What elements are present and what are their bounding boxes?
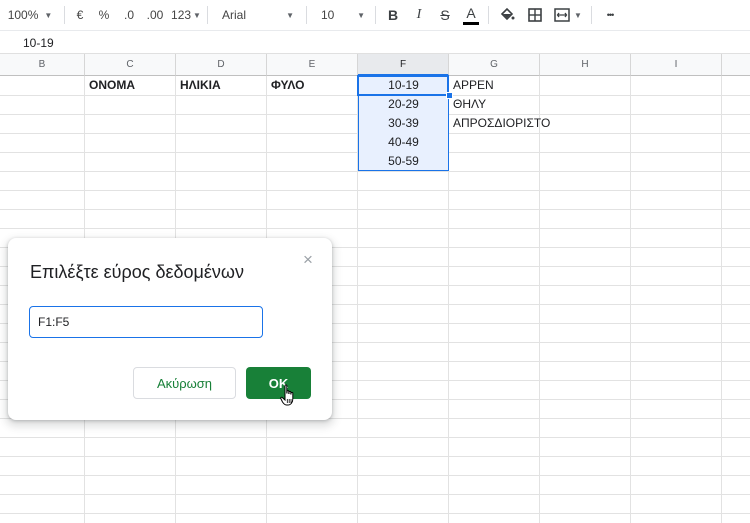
grid-line [0, 456, 750, 457]
strikethrough-button[interactable]: S [432, 0, 458, 30]
cell-f1[interactable]: 10-19 [358, 76, 449, 95]
column-label: C [126, 59, 134, 70]
formula-bar[interactable]: 10-19 [0, 30, 750, 54]
grid-line [0, 209, 750, 210]
column-header-b[interactable]: B [0, 54, 85, 76]
ok-button[interactable]: OK [246, 367, 311, 399]
more-icon: ••• [606, 10, 615, 20]
select-data-range-dialog: Επιλέξτε εύρος δεδομένων × Ακύρωση OK [8, 238, 332, 420]
grid-line [0, 171, 750, 172]
bold-icon: B [387, 7, 399, 23]
grid-line [0, 513, 750, 514]
merge-cells-icon [554, 8, 570, 22]
cell-f3[interactable]: 30-39 [358, 114, 449, 133]
divider [306, 6, 307, 24]
column-label: I [674, 59, 678, 70]
column-label: B [38, 59, 46, 70]
column-header-f[interactable]: F [358, 54, 449, 76]
column-header-g[interactable]: G [449, 54, 540, 76]
cell-g3[interactable]: ΑΠΡΟΣΔΙΟΡΙΣΤΟ [453, 114, 550, 133]
percent-format-button[interactable]: % [91, 0, 117, 30]
grid-line [0, 475, 750, 476]
chevron-down-icon: ▼ [44, 10, 53, 20]
paint-bucket-icon [500, 7, 515, 21]
text-color-button[interactable]: A [458, 0, 484, 30]
font-select[interactable]: Arial ▼ [212, 0, 302, 30]
formula-value: 10-19 [23, 36, 54, 50]
increase-decimals-icon: .00 [146, 8, 164, 22]
zoom-value: 100% [7, 8, 39, 22]
range-input[interactable] [29, 306, 263, 338]
cell-f2[interactable]: 20-29 [358, 95, 449, 114]
cell-g2[interactable]: ΘΗΛΥ [453, 95, 486, 114]
chevron-down-icon: ▼ [357, 10, 365, 20]
divider [375, 6, 376, 24]
hand-cursor-icon [280, 384, 294, 406]
cancel-button[interactable]: Ακύρωση [133, 367, 236, 399]
column-header-j[interactable] [722, 54, 750, 76]
cell-d1[interactable]: ΗΛΙΚΙΑ [180, 76, 221, 95]
merge-cells-button[interactable]: ▼ [549, 0, 587, 30]
column-header-e[interactable]: E [267, 54, 358, 76]
grid-line [0, 437, 750, 438]
chevron-down-icon: ▼ [574, 10, 582, 20]
cell-f5[interactable]: 50-59 [358, 152, 449, 171]
cell-c1[interactable]: ΟΝΟΜΑ [89, 76, 135, 95]
borders-icon [528, 8, 542, 22]
increase-decimals-button[interactable]: .00 [141, 0, 169, 30]
euro-icon: € [76, 8, 84, 22]
cell-g1[interactable]: ΑΡΡΕΝ [453, 76, 494, 95]
italic-icon: I [416, 7, 422, 22]
divider [64, 6, 65, 24]
strikethrough-icon: S [440, 7, 450, 23]
chevron-down-icon: ▼ [193, 10, 201, 20]
font-size-select[interactable]: 10 ▼ [311, 0, 371, 30]
grid-line [0, 494, 750, 495]
fill-color-button[interactable] [493, 0, 521, 30]
column-label: H [581, 59, 589, 70]
percent-icon: % [98, 8, 110, 22]
color-swatch [463, 21, 479, 25]
italic-button[interactable]: I [406, 0, 432, 30]
column-header-i[interactable]: I [631, 54, 722, 76]
close-icon[interactable]: × [303, 250, 313, 270]
column-label: D [217, 59, 225, 70]
column-label: G [490, 59, 498, 70]
bold-button[interactable]: B [380, 0, 406, 30]
font-name: Arial [222, 8, 247, 22]
borders-button[interactable] [521, 0, 549, 30]
more-button[interactable]: ••• [596, 0, 624, 30]
zoom-select[interactable]: 100% ▼ [0, 0, 60, 30]
cell-e1[interactable]: ΦΥΛΟ [271, 76, 304, 95]
column-header-d[interactable]: D [176, 54, 267, 76]
text-color-icon: A [466, 4, 476, 21]
font-size-value: 10 [321, 8, 335, 22]
grid-line [0, 190, 750, 191]
divider [488, 6, 489, 24]
more-formats-label: 123 [171, 8, 192, 22]
decrease-decimals-button[interactable]: .0 [117, 0, 141, 30]
column-header-h[interactable]: H [540, 54, 631, 76]
column-label: E [308, 59, 316, 70]
grid-line [0, 228, 750, 229]
currency-format-button[interactable]: € [69, 0, 91, 30]
divider [207, 6, 208, 24]
chevron-down-icon: ▼ [286, 10, 294, 20]
column-label: F [399, 58, 407, 70]
more-formats-button[interactable]: 123 ▼ [169, 0, 203, 30]
toolbar: 100% ▼ € % .0 .00 123 ▼ Arial ▼ 10 ▼ B I… [0, 0, 750, 30]
divider [591, 6, 592, 24]
cell-f4[interactable]: 40-49 [358, 133, 449, 152]
dialog-title: Επιλέξτε εύρος δεδομένων [30, 262, 244, 282]
column-header-c[interactable]: C [85, 54, 176, 76]
decrease-decimals-icon: .0 [123, 8, 134, 22]
